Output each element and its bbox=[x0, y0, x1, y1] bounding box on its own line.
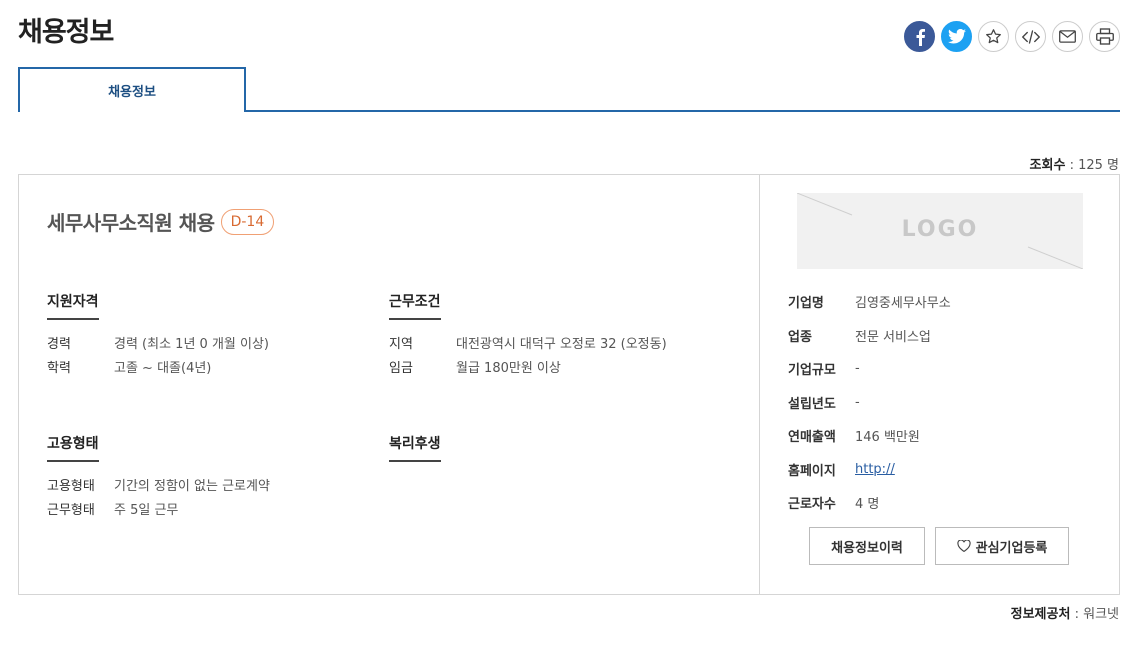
facebook-icon bbox=[916, 28, 925, 46]
job-history-button[interactable]: 채용정보이력 bbox=[809, 527, 925, 565]
list-item: 기업규모 - bbox=[788, 361, 860, 379]
code-icon bbox=[1021, 29, 1040, 44]
view-count-value: : 125 명 bbox=[1069, 158, 1119, 173]
data-source-value: : 워크넷 bbox=[1074, 607, 1119, 622]
data-source-label: 정보제공처 bbox=[1010, 607, 1071, 622]
heart-icon bbox=[957, 540, 971, 552]
list-item: 지역 대전광역시 대덕구 오정로 32 (오정동) bbox=[389, 337, 667, 352]
list-item: 근로자수 4 명 bbox=[788, 497, 880, 513]
favorite-company-button[interactable]: 관심기업등록 bbox=[935, 527, 1069, 565]
logo-placeholder-text: LOGO bbox=[901, 217, 979, 242]
company-info-list: 기업명 김영중세무사무소 업종 전문 서비스업 기업규모 - 설립년도 - 연매… bbox=[788, 285, 951, 520]
data-source: 정보제공처 : 워크넷 bbox=[1011, 603, 1119, 622]
bookmark-button[interactable] bbox=[978, 21, 1009, 52]
tab-job-info[interactable]: 채용정보 bbox=[18, 67, 246, 114]
job-card: 세무사무소직원 채용 D-14 지원자격 경력 경력 (최소 1년 0 개월 이… bbox=[18, 174, 1120, 595]
list-item: 업종 전문 서비스업 bbox=[788, 329, 931, 345]
company-actions: 채용정보이력 관심기업등록 bbox=[809, 527, 1069, 565]
job-detail-panel: 세무사무소직원 채용 D-14 지원자격 경력 경력 (최소 1년 0 개월 이… bbox=[19, 175, 760, 594]
facebook-share-button[interactable] bbox=[904, 21, 935, 52]
list-item: 경력 경력 (최소 1년 0 개월 이상) bbox=[47, 337, 269, 352]
list-item: 임금 월급 180만원 이상 bbox=[389, 361, 561, 376]
section-heading: 근무조건 bbox=[389, 291, 441, 320]
dday-badge: D-14 bbox=[220, 208, 275, 235]
company-logo: LOGO bbox=[797, 193, 1083, 269]
list-item: 고용형태 기간의 정함이 없는 근로계약 bbox=[47, 479, 270, 494]
company-panel: LOGO 기업명 김영중세무사무소 업종 전문 서비스업 기업규모 - 설립년도… bbox=[760, 175, 1119, 594]
list-item: 연매출액 146 백만원 bbox=[788, 430, 920, 446]
print-icon bbox=[1095, 28, 1114, 45]
list-item: 설립년도 - bbox=[788, 394, 860, 412]
email-share-button[interactable] bbox=[1052, 21, 1083, 52]
section-heading: 지원자격 bbox=[47, 291, 99, 320]
mail-icon bbox=[1059, 30, 1076, 43]
list-item: 학력 고졸 ~ 대졸(4년) bbox=[47, 361, 212, 376]
tab-bar: 채용정보 bbox=[18, 67, 1120, 114]
favorite-company-label: 관심기업등록 bbox=[975, 540, 1048, 556]
conditions-section: 근무조건 지역 대전광역시 대덕구 오정로 32 (오정동) 임금 월급 180… bbox=[389, 291, 667, 381]
section-heading: 복리후생 bbox=[389, 433, 441, 462]
list-item: 근무형태 주 5일 근무 bbox=[47, 503, 179, 518]
employment-section: 고용형태 고용형태 기간의 정함이 없는 근로계약 근무형태 주 5일 근무 bbox=[47, 433, 270, 523]
list-item: 홈페이지 http:// bbox=[788, 461, 895, 479]
twitter-share-button[interactable] bbox=[941, 21, 972, 52]
view-count: 조회수 : 125 명 bbox=[1030, 154, 1119, 173]
qualification-section: 지원자격 경력 경력 (최소 1년 0 개월 이상) 학력 고졸 ~ 대졸(4년… bbox=[47, 291, 269, 381]
share-bar bbox=[904, 21, 1120, 52]
page-title: 채용정보 bbox=[18, 17, 114, 48]
homepage-link[interactable]: http:// bbox=[855, 462, 895, 477]
job-title: 세무사무소직원 채용 D-14 bbox=[47, 207, 275, 236]
list-item: 기업명 김영중세무사무소 bbox=[788, 296, 951, 312]
twitter-icon bbox=[947, 29, 966, 44]
star-icon bbox=[986, 29, 1001, 44]
print-button[interactable] bbox=[1089, 21, 1120, 52]
view-count-label: 조회수 bbox=[1029, 158, 1066, 173]
embed-code-button[interactable] bbox=[1015, 21, 1046, 52]
welfare-section: 복리후생 bbox=[389, 433, 441, 462]
tab-label: 채용정보 bbox=[108, 85, 156, 100]
job-title-text: 세무사무소직원 채용 bbox=[47, 211, 215, 235]
section-heading: 고용형태 bbox=[47, 433, 99, 462]
